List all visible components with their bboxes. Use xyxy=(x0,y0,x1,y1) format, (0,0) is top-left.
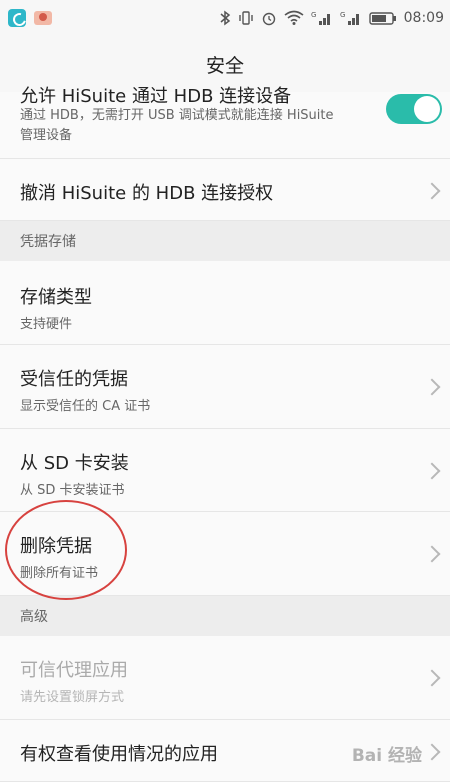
wifi-icon xyxy=(284,10,304,25)
chevron-right-icon xyxy=(423,743,441,761)
avatar-app-icon xyxy=(34,11,52,25)
trust-agents-subtitle: 请先设置锁屏方式 xyxy=(20,690,125,705)
battery-icon xyxy=(368,12,396,25)
signal-1-icon: G xyxy=(311,11,330,25)
trusted-credentials-subtitle: 显示受信任的 CA 证书 xyxy=(20,399,151,414)
usage-access-title: 有权查看使用情况的应用 xyxy=(20,744,218,765)
install-from-sd-subtitle: 从 SD 卡安装证书 xyxy=(20,483,125,498)
vibrate-icon xyxy=(238,11,253,25)
trust-agents-row[interactable]: 可信代理应用 请先设置锁屏方式 xyxy=(0,636,450,720)
section-header-advanced: 高级 xyxy=(0,596,450,636)
storage-type-title: 存储类型 xyxy=(20,287,92,308)
storage-type-subtitle: 支持硬件 xyxy=(20,317,73,332)
toggle-knob xyxy=(414,96,440,122)
signal-2-icon: G xyxy=(340,11,359,25)
chevron-right-icon xyxy=(423,669,441,687)
section-header-credentials: 凭据存储 xyxy=(0,221,450,261)
trusted-credentials-row[interactable]: 受信任的凭据 显示受信任的 CA 证书 xyxy=(0,345,450,429)
alarm-icon xyxy=(262,12,275,26)
clear-credentials-title: 删除凭据 xyxy=(20,536,92,557)
bluetooth-icon xyxy=(220,10,230,26)
watermark-text: Bai 经验 xyxy=(351,746,422,766)
storage-type-row[interactable]: 存储类型 支持硬件 xyxy=(0,261,450,345)
status-bar: G G 08:09 xyxy=(0,0,450,36)
install-from-sd-title: 从 SD 卡安装 xyxy=(20,453,129,474)
trusted-credentials-title: 受信任的凭据 xyxy=(20,369,128,390)
clear-credentials-row[interactable]: 删除凭据 删除所有证书 xyxy=(0,512,450,596)
moon-app-icon xyxy=(8,9,26,27)
chevron-right-icon xyxy=(423,462,441,480)
install-from-sd-row[interactable]: 从 SD 卡安装 从 SD 卡安装证书 xyxy=(0,429,450,512)
hdb-connect-subtitle-line2: 管理设备 xyxy=(20,128,73,143)
clear-credentials-subtitle: 删除所有证书 xyxy=(20,566,99,581)
trust-agents-title: 可信代理应用 xyxy=(20,660,128,681)
hdb-connect-row[interactable]: 允许 HiSuite 通过 HDB 连接设备 通过 HDB，无需打开 USB 调… xyxy=(0,86,450,159)
clock-text: 08:09 xyxy=(403,10,444,26)
svg-text:G: G xyxy=(340,11,345,19)
hdb-toggle-switch[interactable] xyxy=(386,94,442,124)
chevron-right-icon xyxy=(423,545,441,563)
revoke-hdb-row[interactable]: 撤消 HiSuite 的 HDB 连接授权 xyxy=(0,159,450,221)
revoke-hdb-title: 撤消 HiSuite 的 HDB 连接授权 xyxy=(20,183,274,204)
chevron-right-icon xyxy=(423,378,441,396)
hdb-connect-subtitle-line1: 通过 HDB，无需打开 USB 调试模式就能连接 HiSuite xyxy=(20,108,334,123)
svg-text:G: G xyxy=(311,11,316,19)
settings-list: 允许 HiSuite 通过 HDB 连接设备 通过 HDB，无需打开 USB 调… xyxy=(0,86,450,782)
chevron-right-icon xyxy=(423,182,441,200)
